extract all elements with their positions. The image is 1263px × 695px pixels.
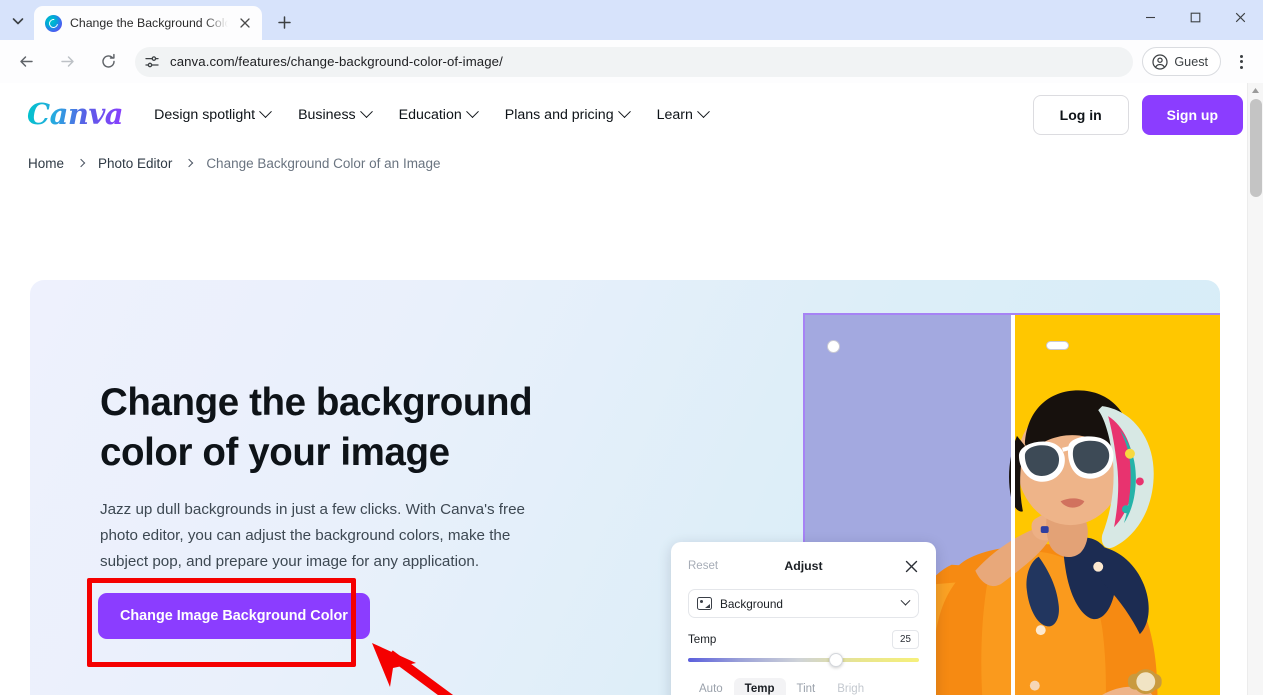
kebab-dot [1239, 60, 1243, 63]
chevron-down-icon [697, 105, 710, 119]
minimize-icon[interactable] [1128, 0, 1173, 34]
reload-icon[interactable] [92, 46, 124, 78]
account-circle-icon [1152, 53, 1169, 70]
site-navbar: Canva Design spotlight Business Educatio… [0, 83, 1263, 146]
signup-button[interactable]: Sign up [1141, 94, 1243, 135]
hero-copy: Change the background color of your imag… [100, 378, 570, 575]
background-layer-select[interactable]: Background [688, 589, 919, 618]
maximize-icon[interactable] [1173, 0, 1218, 34]
tab-strip: Change the Background Colo [0, 0, 1263, 40]
profile-label: Guest [1174, 54, 1208, 69]
page-viewport: Canva Design spotlight Business Educatio… [0, 83, 1263, 695]
page-scrollbar[interactable] [1247, 83, 1263, 695]
new-tab-button[interactable] [270, 8, 298, 36]
profile-guest-button[interactable]: Guest [1142, 47, 1221, 76]
change-image-background-color-button[interactable]: Change Image Background Color [98, 593, 370, 639]
tab-search-icon[interactable] [4, 7, 32, 35]
chevron-down-icon [617, 105, 631, 119]
adjust-tabs: Auto Temp Tint Brigh [688, 676, 919, 695]
hero-description: Jazz up dull backgrounds in just a few c… [100, 500, 525, 571]
breadcrumb-item-current: Change Background Color of an Image [206, 155, 441, 171]
chevron-down-icon [359, 105, 373, 119]
chevron-down-icon [900, 595, 911, 606]
tab-tint[interactable]: Tint [786, 678, 827, 695]
adjust-panel-header: Reset Adjust [688, 556, 919, 576]
kebab-dot [1239, 65, 1243, 69]
temp-slider[interactable] [688, 653, 919, 667]
window-controls [1128, 0, 1263, 40]
temp-row: Temp 25 [688, 630, 919, 649]
address-bar[interactable]: canva.com/features/change-background-col… [135, 46, 1134, 77]
scroll-up-arrow-icon[interactable] [1248, 83, 1263, 98]
nav-item-plans-and-pricing[interactable]: Plans and pricing [504, 105, 631, 123]
scrollbar-thumb[interactable] [1250, 99, 1262, 197]
url-text[interactable]: canva.com/features/change-background-col… [170, 54, 503, 69]
kebab-dot [1239, 54, 1243, 58]
browser-toolbar: canva.com/features/change-background-col… [0, 40, 1263, 83]
chevron-right-icon [185, 158, 194, 168]
tab-title: Change the Background Colo [70, 16, 228, 30]
back-arrow-icon[interactable] [10, 46, 42, 78]
close-icon[interactable] [903, 558, 919, 574]
temp-label: Temp [688, 633, 717, 646]
nav-item-education[interactable]: Education [398, 105, 479, 123]
tune-sliders-icon[interactable] [144, 53, 161, 70]
tab-auto[interactable]: Auto [688, 678, 734, 695]
canva-logo[interactable]: Canva [27, 100, 124, 129]
selection-handle-corner[interactable] [827, 340, 840, 353]
nav-item-design-spotlight[interactable]: Design spotlight [154, 105, 272, 123]
nav-item-business[interactable]: Business [298, 105, 373, 123]
temp-slider-knob[interactable] [828, 653, 843, 667]
kebab-menu-icon[interactable] [1227, 48, 1255, 76]
nav-label: Business [298, 106, 356, 123]
background-layer-value: Background [720, 596, 783, 611]
hero-section: Change the background color of your imag… [30, 280, 1220, 695]
breadcrumb: Home Photo Editor Change Background Colo… [0, 146, 1263, 180]
breadcrumb-item-home[interactable]: Home [28, 156, 64, 171]
cta-area: Change Image Background Color [87, 578, 370, 667]
chevron-down-icon [465, 105, 479, 119]
primary-nav: Design spotlight Business Education Plan… [154, 105, 710, 123]
login-button[interactable]: Log in [1032, 94, 1129, 135]
browser-tab[interactable]: Change the Background Colo [34, 6, 262, 40]
adjust-panel: Reset Adjust Background Temp 25 Auto Tem… [671, 542, 936, 695]
nav-label: Learn [656, 106, 693, 123]
nav-actions: Log in Sign up [1032, 94, 1243, 135]
selection-handle-top[interactable] [1046, 341, 1069, 350]
tab-temp[interactable]: Temp [733, 678, 786, 695]
chevron-right-icon [76, 158, 86, 168]
breadcrumb-item-photo-editor[interactable]: Photo Editor [98, 156, 172, 171]
temp-value-field[interactable]: 25 [892, 630, 919, 649]
forward-arrow-icon[interactable] [51, 46, 83, 78]
browser-window: Change the Background Colo canva.com/fea… [0, 0, 1263, 695]
adjust-panel-title: Adjust [784, 559, 823, 573]
nav-label: Plans and pricing [504, 106, 614, 123]
close-icon[interactable] [1218, 0, 1263, 34]
image-layer-icon [697, 597, 712, 610]
tab-close-icon[interactable] [236, 14, 254, 32]
page-title: Change the background color of your imag… [100, 381, 533, 475]
canva-favicon [45, 14, 62, 32]
chevron-down-icon [259, 105, 272, 119]
tab-brightness[interactable]: Brigh [826, 678, 875, 695]
nav-item-learn[interactable]: Learn [656, 105, 710, 123]
nav-label: Education [398, 106, 462, 123]
nav-label: Design spotlight [154, 106, 256, 123]
before-after-divider[interactable] [1011, 315, 1015, 695]
